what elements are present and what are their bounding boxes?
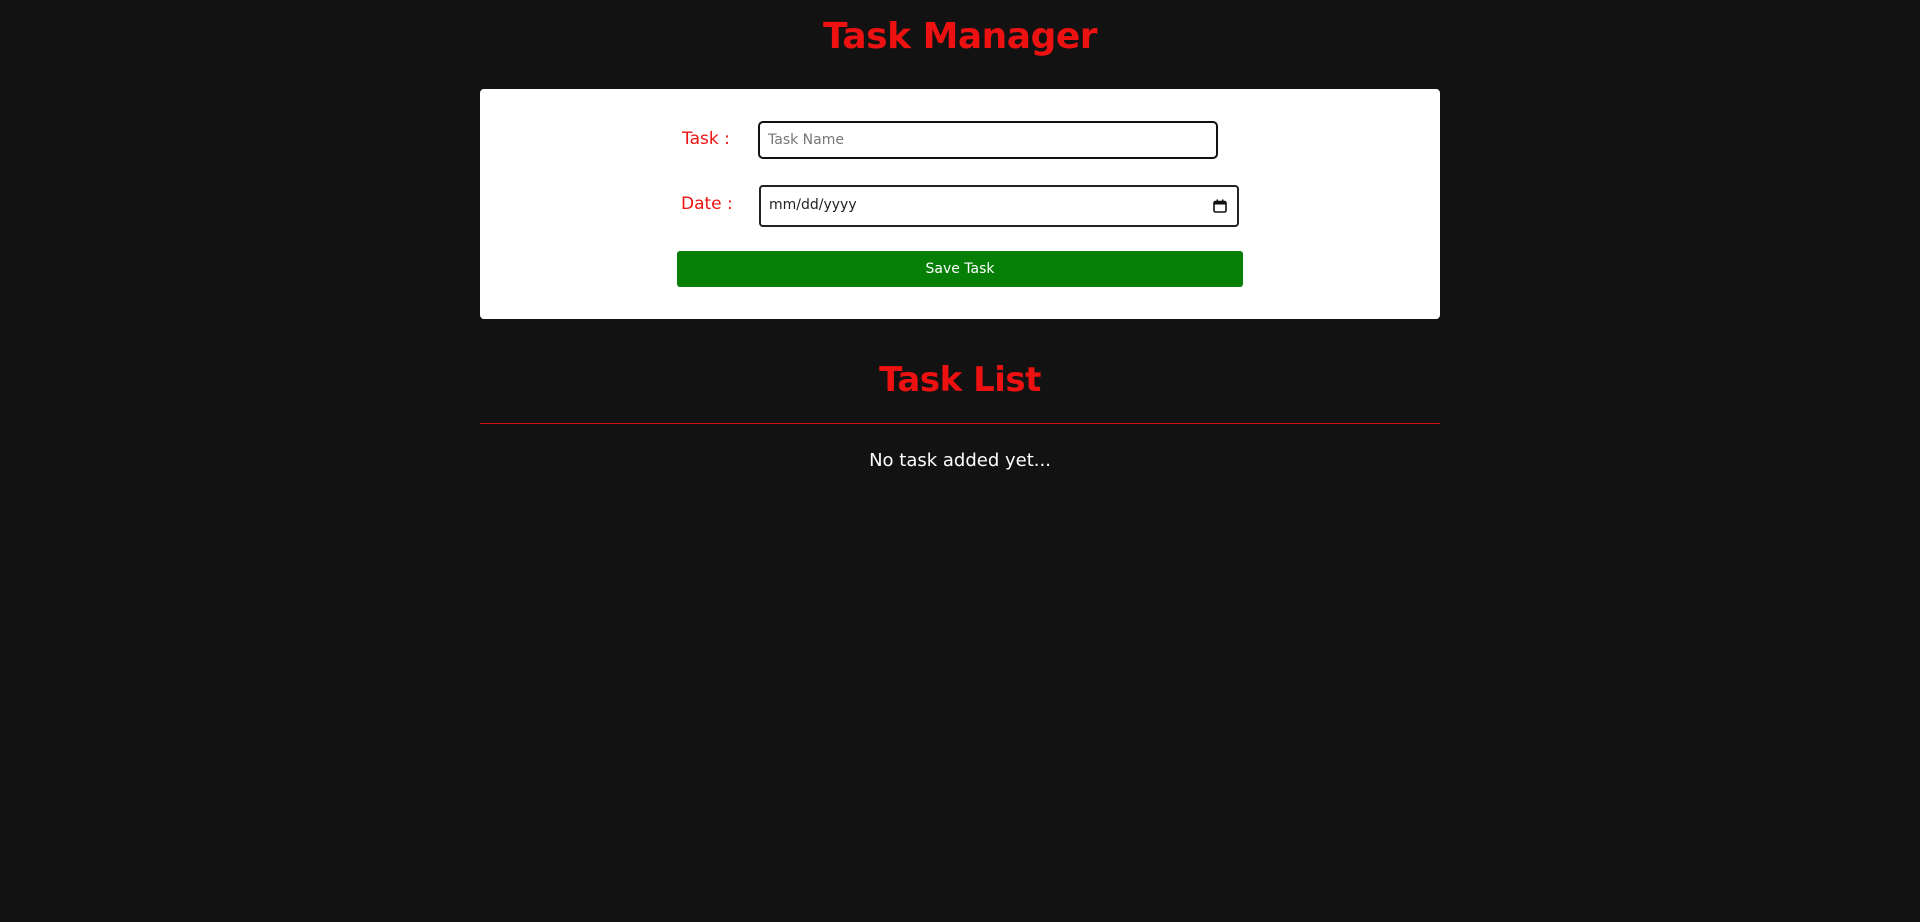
date-placeholder: mm/dd/yyyy <box>769 197 857 213</box>
task-name-input[interactable] <box>758 121 1218 159</box>
calendar-icon[interactable] <box>1213 199 1227 213</box>
save-task-button[interactable]: Save Task <box>677 251 1243 287</box>
date-input[interactable]: mm/dd/yyyy <box>759 185 1239 227</box>
page-title: Task Manager <box>822 16 1098 57</box>
date-label: Date : <box>681 194 733 214</box>
empty-task-message: No task added yet... <box>869 450 1051 471</box>
task-form-card: Task : Date : mm/dd/yyyy Save Task <box>480 89 1440 319</box>
task-label: Task : <box>682 129 730 149</box>
task-list-title: Task List <box>879 360 1041 400</box>
divider <box>480 423 1440 424</box>
